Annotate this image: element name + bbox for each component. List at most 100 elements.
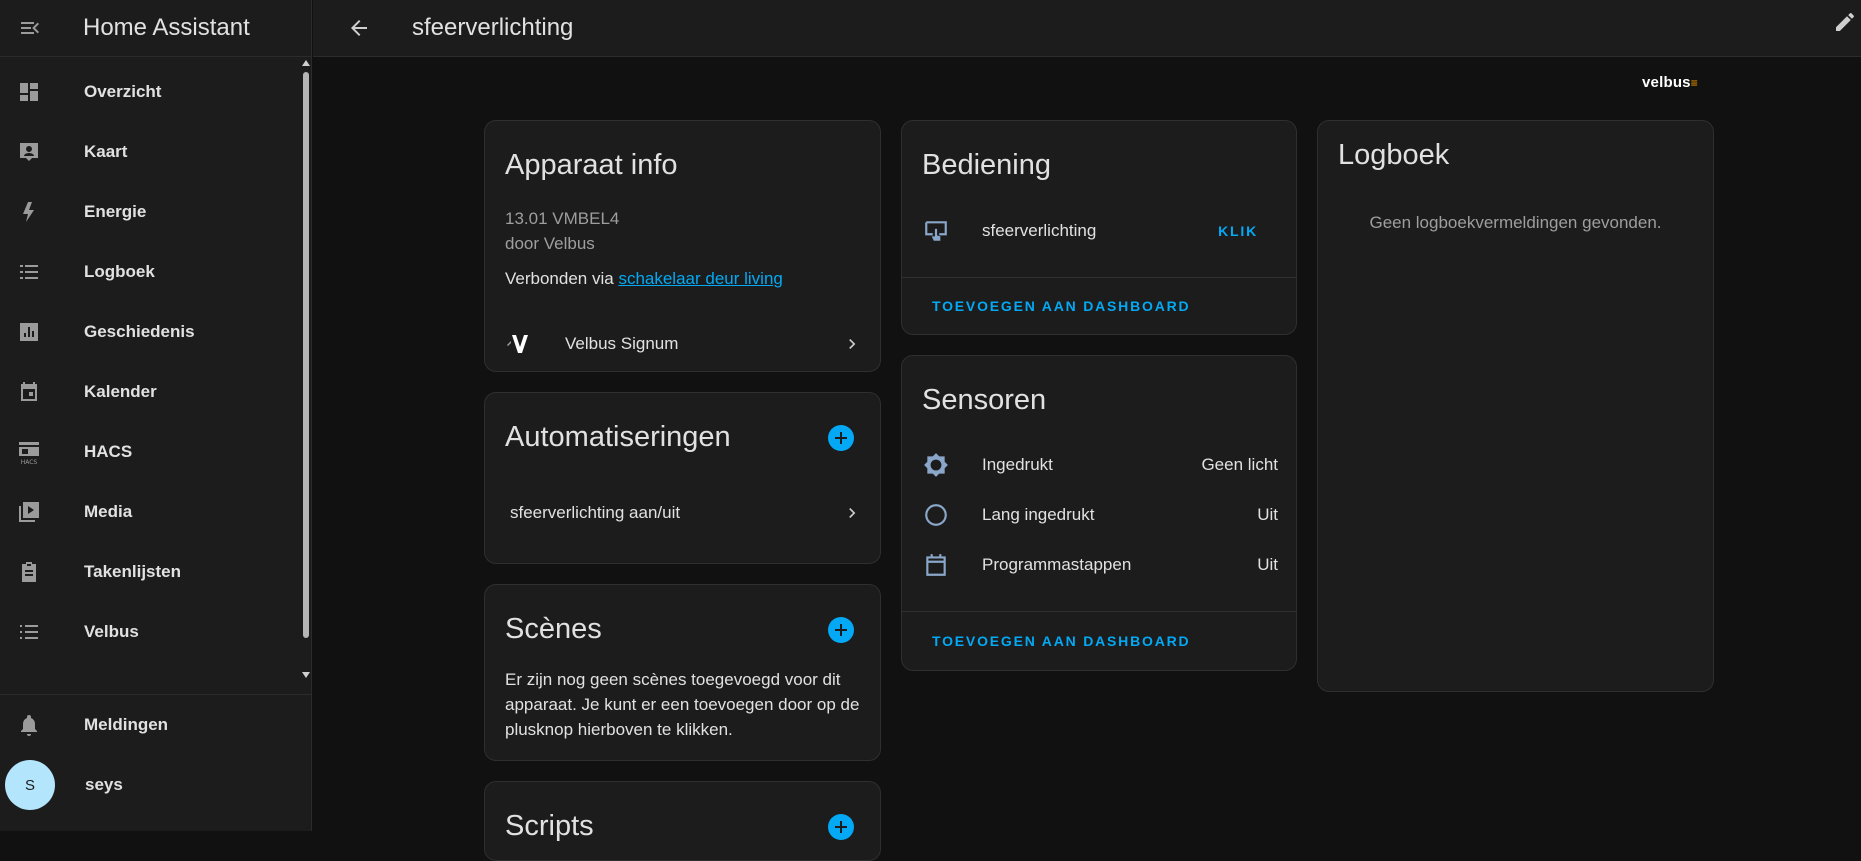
chevron-right-icon xyxy=(842,503,862,523)
divider xyxy=(902,611,1296,612)
integration-name: Velbus Signum xyxy=(565,334,679,353)
logbook-icon xyxy=(15,258,43,286)
control-row: sfeerverlichting KLIK xyxy=(922,217,1258,245)
control-entity-name: sfeerverlichting xyxy=(982,221,1097,240)
card-title: Bediening xyxy=(922,149,1051,181)
add-scene-button[interactable] xyxy=(828,617,854,643)
card-title: Automatiseringen xyxy=(505,421,731,453)
scripts-card: Scripts xyxy=(484,781,881,861)
media-icon xyxy=(15,498,43,526)
sidebar-item-label: Overzicht xyxy=(84,82,162,101)
logbook-card: Logboek Geen logboekvermeldingen gevonde… xyxy=(1317,120,1714,692)
chevron-right-icon xyxy=(842,334,862,354)
chart-icon xyxy=(15,318,43,346)
svg-text:HACS: HACS xyxy=(21,459,38,465)
brand-logo-text: velbus xyxy=(1642,74,1691,91)
app-title: Home Assistant xyxy=(83,14,250,41)
sidebar-item-label: Kalender xyxy=(84,382,157,401)
sidebar-item-label: Geschiedenis xyxy=(84,322,195,341)
dashboard-icon xyxy=(15,78,43,106)
pencil-icon[interactable] xyxy=(1833,10,1861,38)
scenes-card: Scènes Er zijn nog geen scènes toegevoeg… xyxy=(484,584,881,761)
sidebar-item-takenlijsten[interactable]: Takenlijsten xyxy=(0,542,300,602)
scroll-thumb[interactable] xyxy=(303,72,309,638)
sensor-row[interactable]: Lang ingedrukt Uit xyxy=(922,501,1278,529)
add-script-button[interactable] xyxy=(828,814,854,840)
add-automation-button[interactable] xyxy=(828,425,854,451)
sidebar: Home Assistant Overzicht Kaart Energie L… xyxy=(0,0,312,831)
lightning-icon xyxy=(15,198,43,226)
connection-link[interactable]: schakelaar deur living xyxy=(618,269,782,289)
card-title: Sensoren xyxy=(922,384,1047,416)
back-arrow-icon[interactable] xyxy=(345,14,373,42)
add-to-dashboard-button[interactable]: TOEVOEGEN AAN DASHBOARD xyxy=(932,633,1190,649)
integration-row[interactable]: Velbus Signum xyxy=(505,330,862,358)
device-info-card: Apparaat info 13.01 VMBEL4 door Velbus V… xyxy=(484,120,881,372)
scroll-down-icon[interactable] xyxy=(302,672,310,678)
clipboard-icon xyxy=(15,558,43,586)
sidebar-item-velbus[interactable]: Velbus xyxy=(0,602,300,662)
sensor-row[interactable]: Programmastappen Uit xyxy=(922,551,1278,579)
automation-label: sfeerverlichting aan/uit xyxy=(510,503,681,522)
sidebar-item-user[interactable]: S seys xyxy=(0,755,311,815)
sidebar-item-hacs[interactable]: HACS HACS xyxy=(0,422,300,482)
klik-button[interactable]: KLIK xyxy=(1218,223,1258,239)
velbus-logo-icon xyxy=(505,330,533,358)
sensor-state: Uit xyxy=(1257,555,1278,574)
sensor-row[interactable]: Ingedrukt Geen licht xyxy=(922,451,1278,479)
page-title: sfeerverlichting xyxy=(412,14,574,41)
device-model: 13.01 VMBEL4 xyxy=(505,209,620,228)
sidebar-nav: Overzicht Kaart Energie Logboek Geschied… xyxy=(0,62,300,680)
sidebar-item-energie[interactable]: Energie xyxy=(0,182,300,242)
add-to-dashboard-button[interactable]: TOEVOEGEN AAN DASHBOARD xyxy=(932,298,1190,314)
sidebar-item-overzicht[interactable]: Overzicht xyxy=(0,62,300,122)
list-icon xyxy=(15,618,43,646)
scroll-up-icon[interactable] xyxy=(302,60,310,66)
divider xyxy=(902,277,1296,278)
card-title: Scripts xyxy=(505,810,594,842)
bell-icon xyxy=(15,711,43,739)
calendar-icon xyxy=(922,551,950,579)
scenes-empty-text: Er zijn nog geen scènes toegevoegd voor … xyxy=(505,670,860,739)
sidebar-item-logboek[interactable]: Logboek xyxy=(0,242,300,302)
sidebar-item-label: Kaart xyxy=(84,142,128,161)
sidebar-item-label: Logboek xyxy=(84,262,155,281)
calendar-icon xyxy=(15,378,43,406)
sidebar-bottom: Meldingen S seys xyxy=(0,694,311,815)
sensor-name: Lang ingedrukt xyxy=(982,505,1095,524)
automations-card: Automatiseringen sfeerverlichting aan/ui… xyxy=(484,392,881,564)
sidebar-item-label: Velbus xyxy=(84,622,139,641)
logbook-empty-text: Geen logboekvermeldingen gevonden. xyxy=(1369,213,1662,232)
sidebar-header: Home Assistant xyxy=(0,0,311,57)
sidebar-item-meldingen[interactable]: Meldingen xyxy=(0,695,311,755)
device-manufacturer: door Velbus xyxy=(505,234,595,253)
connection-label: Verbonden via xyxy=(505,269,614,288)
sidebar-item-label: Takenlijsten xyxy=(84,562,181,581)
sensor-name: Programmastappen xyxy=(982,555,1132,574)
brightness-icon xyxy=(922,451,950,479)
sidebar-item-label: Meldingen xyxy=(84,715,169,734)
sidebar-item-geschiedenis[interactable]: Geschiedenis xyxy=(0,302,300,362)
topbar: sfeerverlichting xyxy=(313,0,1861,57)
sidebar-item-label: Media xyxy=(84,502,133,521)
gesture-tap-icon xyxy=(922,217,950,245)
device-connection: Verbonden via schakelaar deur living xyxy=(505,269,783,289)
hacs-icon: HACS xyxy=(15,438,43,466)
avatar: S xyxy=(5,760,55,810)
sidebar-item-kalender[interactable]: Kalender xyxy=(0,362,300,422)
sensor-state: Geen licht xyxy=(1201,455,1278,474)
sidebar-scrollbar[interactable] xyxy=(301,56,311,686)
menu-toggle-icon[interactable] xyxy=(16,14,44,42)
controls-card: Bediening sfeerverlichting KLIK TOEVOEGE… xyxy=(901,120,1297,335)
circle-outline-icon xyxy=(922,501,950,529)
sidebar-item-media[interactable]: Media xyxy=(0,482,300,542)
sidebar-item-label: Energie xyxy=(84,202,147,221)
velbus-logo: velbus≡ xyxy=(1642,74,1698,91)
automation-item[interactable]: sfeerverlichting aan/uit xyxy=(510,503,862,523)
sensor-name: Ingedrukt xyxy=(982,455,1053,474)
sensors-card: Sensoren Ingedrukt Geen licht Lang inged… xyxy=(901,355,1297,671)
sidebar-item-kaart[interactable]: Kaart xyxy=(0,122,300,182)
user-name: seys xyxy=(85,775,123,794)
card-title: Scènes xyxy=(505,613,602,645)
card-title: Apparaat info xyxy=(505,149,678,181)
